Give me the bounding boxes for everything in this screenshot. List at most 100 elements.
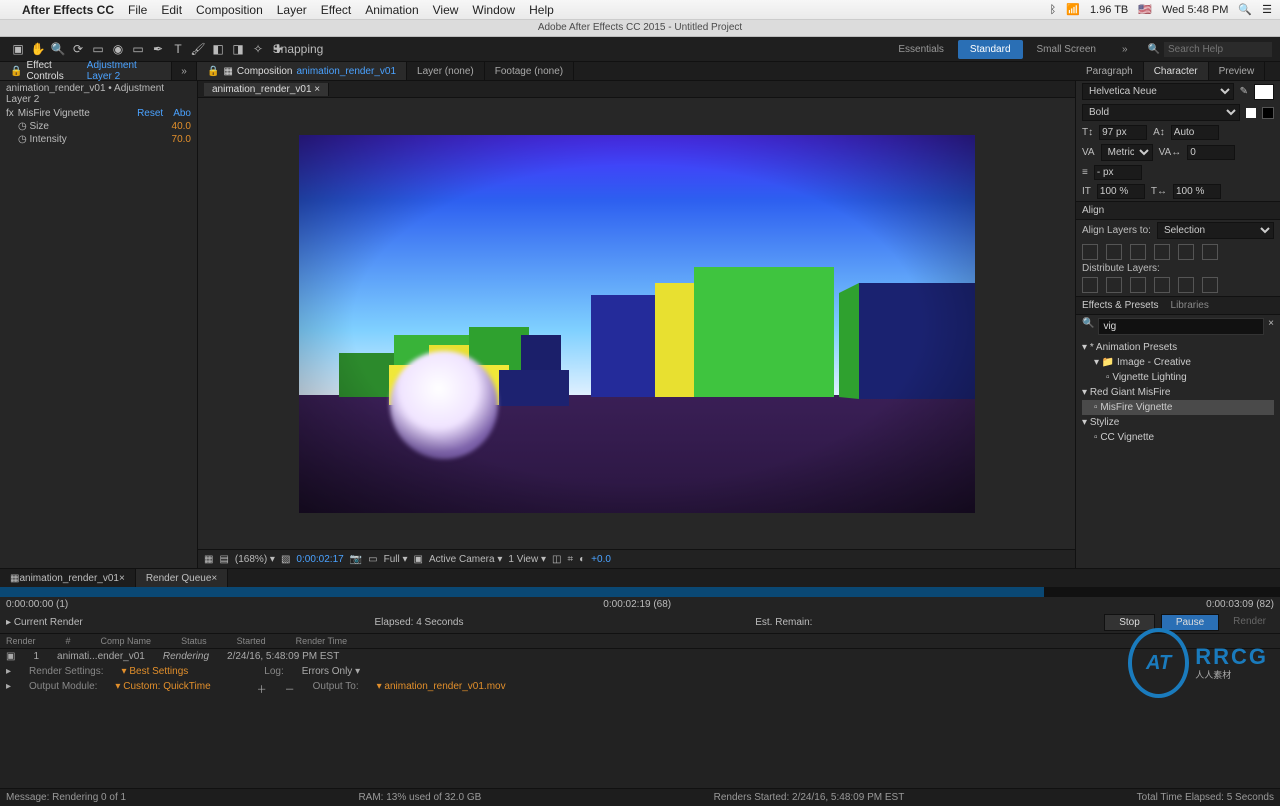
menu-help[interactable]: Help — [529, 3, 554, 17]
close-icon[interactable]: × — [119, 573, 125, 584]
channel-icon[interactable]: ◐ — [579, 554, 585, 565]
stopwatch-icon[interactable]: ◷ — [18, 121, 27, 132]
dist-right-icon[interactable] — [1202, 277, 1218, 293]
selection-tool-icon[interactable]: ▣ — [8, 39, 28, 59]
app-name[interactable]: After Effects CC — [22, 3, 114, 17]
param-size-value[interactable]: 40.0 — [172, 121, 191, 132]
queue-checkbox[interactable]: ▣ — [6, 651, 15, 662]
tree-category[interactable]: ▾ Red Giant MisFire — [1082, 385, 1274, 400]
hand-tool-icon[interactable]: ✋ — [28, 39, 48, 59]
tab-preview[interactable]: Preview — [1209, 62, 1266, 80]
transparency-icon[interactable]: ▤ — [219, 554, 228, 565]
twirl-icon[interactable]: ▸ — [6, 666, 11, 677]
reset-button[interactable]: Reset — [137, 108, 163, 119]
eraser-tool-icon[interactable]: ◨ — [228, 39, 248, 59]
status-clock[interactable]: Wed 5:48 PM — [1162, 4, 1228, 16]
hscale-input[interactable] — [1173, 184, 1221, 199]
align-bottom-icon[interactable] — [1202, 244, 1218, 260]
dist-vcenter-icon[interactable] — [1106, 277, 1122, 293]
workspace-smallscreen[interactable]: Small Screen — [1025, 40, 1108, 59]
panel-overflow-icon[interactable]: » — [172, 62, 197, 80]
tab-effects-presets[interactable]: Effects & Presets — [1082, 300, 1159, 311]
eyedropper-icon[interactable]: ✎ — [1240, 86, 1248, 97]
col-rendertime[interactable]: Render Time — [296, 636, 348, 646]
tab-character[interactable]: Character — [1144, 62, 1209, 80]
menu-edit[interactable]: Edit — [161, 3, 182, 17]
align-right-icon[interactable] — [1130, 244, 1146, 260]
status-flag-icon[interactable]: 🇺🇸 — [1138, 3, 1152, 16]
align-left-icon[interactable] — [1082, 244, 1098, 260]
menu-file[interactable]: File — [128, 3, 147, 17]
dist-hcenter-icon[interactable] — [1178, 277, 1194, 293]
snapshot-icon[interactable]: 📷 — [350, 554, 362, 565]
col-comp[interactable]: Comp Name — [101, 636, 152, 646]
align-hcenter-icon[interactable] — [1106, 244, 1122, 260]
comp-tab[interactable]: animation_render_v01 × — [204, 83, 329, 96]
dist-left-icon[interactable] — [1154, 277, 1170, 293]
fx-icon[interactable]: fx — [6, 108, 14, 119]
tab-effect-controls[interactable]: 🔒 Effect Controls Adjustment Layer 2 — [0, 62, 172, 80]
effect-name[interactable]: MisFire Vignette — [18, 108, 90, 119]
type-tool-icon[interactable]: T — [168, 39, 188, 59]
effects-search-input[interactable] — [1098, 318, 1264, 335]
align-top-icon[interactable] — [1154, 244, 1170, 260]
3d-icon[interactable]: ◫ — [552, 554, 561, 565]
resolution-dropdown[interactable]: Full ▾ — [384, 554, 408, 565]
stroke-swatch2[interactable] — [1262, 107, 1274, 119]
menu-composition[interactable]: Composition — [196, 3, 263, 17]
dist-top-icon[interactable] — [1082, 277, 1098, 293]
twirl-icon[interactable]: ▸ — [6, 617, 11, 628]
remove-output-icon[interactable]: － — [285, 681, 295, 696]
zoom-dropdown[interactable]: (168%) ▾ — [235, 554, 275, 565]
tree-preset-selected[interactable]: ▫ MisFire Vignette — [1082, 400, 1274, 415]
tab-timeline-comp[interactable]: ▦ animation_render_v01 × — [0, 569, 136, 587]
tab-composition[interactable]: 🔒 ▦ Composition animation_render_v01 — [197, 62, 407, 80]
output-module-link[interactable]: ▾ Custom: QuickTime — [115, 681, 210, 696]
camera-tool-icon[interactable]: ▭ — [88, 39, 108, 59]
lock-icon[interactable]: 🔒 — [10, 66, 22, 77]
pause-button[interactable]: Pause — [1161, 614, 1219, 631]
stroke-width-input[interactable] — [1094, 165, 1142, 180]
vscale-input[interactable] — [1097, 184, 1145, 199]
font-size-input[interactable] — [1099, 125, 1147, 140]
menu-view[interactable]: View — [433, 3, 459, 17]
log-dropdown[interactable]: Errors Only ▾ — [302, 666, 360, 677]
menu-effect[interactable]: Effect — [321, 3, 351, 17]
clone-tool-icon[interactable]: ◧ — [208, 39, 228, 59]
status-wifi-icon[interactable]: 📶 — [1066, 3, 1080, 16]
font-family-dropdown[interactable]: Helvetica Neue — [1082, 83, 1234, 100]
tree-preset[interactable]: ▫ Vignette Lighting — [1082, 370, 1274, 385]
param-size[interactable]: ◷ Size 40.0 — [0, 120, 197, 133]
lock-icon[interactable]: 🔒 — [207, 66, 219, 77]
workspace-overflow-icon[interactable]: » — [1110, 40, 1140, 59]
stroke-swatch[interactable] — [1246, 108, 1256, 118]
tab-paragraph[interactable]: Paragraph — [1076, 62, 1144, 80]
views-dropdown[interactable]: 1 View ▾ — [508, 554, 546, 565]
pen-tool-icon[interactable]: ✒ — [148, 39, 168, 59]
queue-row[interactable]: ▣ 1 animati...ender_v01 Rendering 2/24/1… — [0, 649, 1280, 664]
zoom-tool-icon[interactable]: 🔍 — [48, 39, 68, 59]
status-bluetooth-icon[interactable]: ᛒ — [1050, 4, 1057, 16]
region-icon[interactable]: ▭ — [368, 554, 377, 565]
tab-footage[interactable]: Footage (none) — [485, 62, 574, 80]
resolution-icon[interactable]: ▧ — [281, 554, 290, 565]
tree-preset[interactable]: ▫ CC Vignette — [1082, 430, 1274, 445]
camera-dropdown[interactable]: Active Camera ▾ — [429, 554, 502, 565]
col-status[interactable]: Status — [181, 636, 207, 646]
tree-category[interactable]: ▾ * Animation Presets — [1082, 340, 1274, 355]
mask-icon[interactable]: ▣ — [414, 554, 423, 565]
grid-icon[interactable]: ▦ — [204, 554, 213, 565]
stopwatch-icon[interactable]: ◷ — [18, 134, 27, 145]
guides-icon[interactable]: ⌗ — [567, 554, 573, 565]
col-render[interactable]: Render — [6, 636, 36, 646]
col-started[interactable]: Started — [237, 636, 266, 646]
tree-category[interactable]: ▾ Stylize — [1082, 415, 1274, 430]
workspace-essentials[interactable]: Essentials — [886, 40, 956, 59]
notifications-icon[interactable]: ☰ — [1262, 3, 1272, 16]
stop-button[interactable]: Stop — [1104, 614, 1155, 631]
align-vcenter-icon[interactable] — [1178, 244, 1194, 260]
menu-animation[interactable]: Animation — [365, 3, 418, 17]
spotlight-icon[interactable]: 🔍 — [1238, 3, 1252, 16]
pan-behind-tool-icon[interactable]: ◉ — [108, 39, 128, 59]
tab-render-queue[interactable]: Render Queue × — [136, 569, 228, 587]
